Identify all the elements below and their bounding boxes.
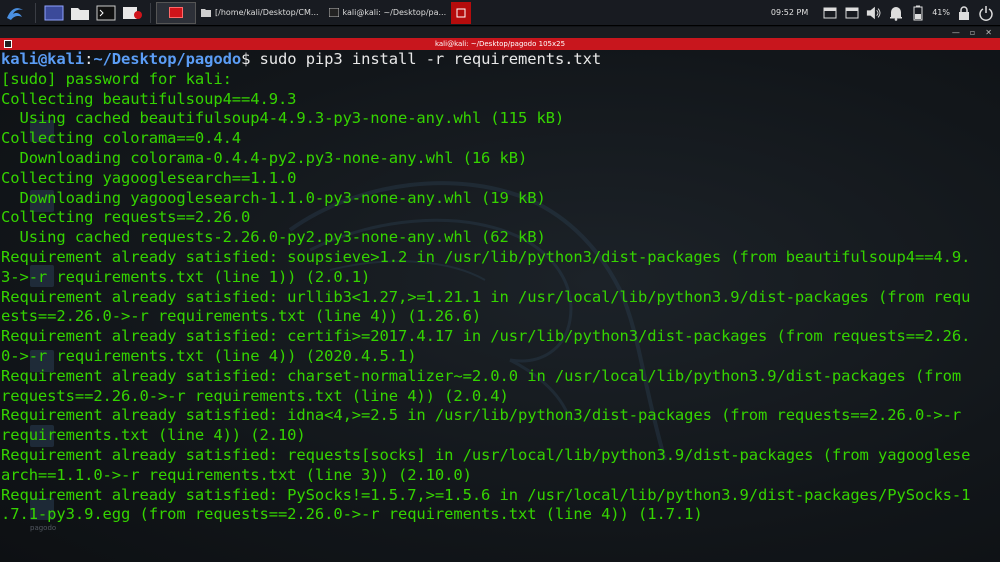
output-line: [sudo] password for kali: [1,69,232,88]
taskbar-separator [150,2,151,23]
output-line: 0->-r requirements.txt (line 4)) (2020.4… [1,346,417,365]
output-line: Requirement already satisfied: soupsieve… [1,247,971,266]
window-control-strip: — ▫ ✕ [0,27,1000,38]
output-line: Collecting requests==2.26.0 [1,208,251,227]
lock-icon [959,5,969,20]
battery-indicator[interactable] [910,4,926,22]
minimize-icon[interactable]: — [952,28,960,37]
terminal-title: kali@kali: ~/Desktop/pagodo 105x25 [434,40,566,48]
bell-icon [890,6,903,21]
volume-button[interactable] [866,4,882,22]
output-line: Requirement already satisfied: urllib3<1… [1,287,971,306]
speaker-icon [867,6,881,19]
output-line: Downloading colorama-0.4.4-py2.py3-none-… [1,148,528,167]
output-line: .7.1-py3.9.egg (from requests==2.26.0->-… [1,505,703,524]
prompt-at: @ [37,50,48,68]
window-menu-button[interactable] [4,38,12,50]
folder-icon [71,7,89,20]
output-line: Requirement already satisfied: requests[… [1,445,971,464]
workspace-thumbnail-window [169,7,183,18]
output-line: Downloading yagooglesearch-1.1.0-py3-non… [1,188,546,207]
output-line: Using cached requests-2.26.0-py2.py3-non… [1,228,546,247]
maximize-icon[interactable]: ▫ [970,28,975,37]
prompt-dollar: $ [241,50,260,68]
prompt-path: ~/Desktop/pagodo [93,50,242,68]
output-line: Requirement already satisfied: certifi>=… [1,327,971,346]
output-line: Collecting yagooglesearch==1.1.0 [1,168,297,187]
terminal-title-bar[interactable]: kali@kali: ~/Desktop/pagodo 105x25 [0,38,1000,50]
output-line: Requirement already satisfied: PySocks!=… [1,485,971,504]
output-line: Collecting colorama==0.4.4 [1,129,242,148]
taskbar: [/home/kali/Desktop/CM... kali@kali: ~/D… [0,0,1000,26]
close-icon[interactable]: ✕ [985,28,992,37]
taskbar-task-file-manager[interactable]: [/home/kali/Desktop/CM... [196,2,324,24]
battery-percentage: 41% [932,8,950,17]
output-line: Collecting beautifulsoup4==4.9.3 [1,89,297,108]
output-line: requirements.txt (line 4)) (2.10) [1,426,306,445]
kali-dragon-icon [7,7,23,20]
output-line: arch==1.1.0->-r requirements.txt (line 3… [1,465,472,484]
power-icon [979,5,993,21]
clock[interactable]: 09:52 PM [771,8,808,17]
taskbar-task-recorder[interactable] [451,1,472,24]
window-icon [823,7,837,18]
task-label: [/home/kali/Desktop/CM... [215,8,319,17]
terminal-icon [328,8,339,17]
lock-screen-button[interactable] [956,4,972,22]
window-icon [845,7,859,18]
notifications-button[interactable] [888,4,904,22]
output-line: 3->-r requirements.txt (line 1)) (2.0.1) [1,267,371,286]
folder-icon [201,9,211,17]
terminal-window-icon [4,40,12,48]
workspace-icon [44,5,64,20]
output-line: Using cached beautifulsoup4-4.9.3-py3-no… [1,109,565,128]
workspace-thumbnail[interactable] [156,1,196,24]
terminal-icon [96,5,116,20]
taskbar-separator [35,2,36,23]
window-switcher-button-2[interactable] [844,4,860,22]
window-switcher-button[interactable] [822,4,838,22]
terminal-lines: kali@kali:~/Desktop/pagodo$ sudo pip3 in… [1,50,999,525]
prompt-colon: : [84,50,94,68]
recorder-icon [123,6,142,19]
prompt-line: kali@kali:~/Desktop/pagodo$ sudo pip3 in… [1,50,999,70]
workspace-launcher[interactable] [42,2,66,24]
output-line: requests==2.26.0->-r requirements.txt (l… [1,386,509,405]
record-icon [456,8,466,17]
battery-icon [913,5,923,20]
prompt-user: kali [1,50,38,68]
screen-recorder-launcher[interactable] [120,2,144,24]
output-line: ests==2.26.0->-r requirements.txt (line … [1,307,482,326]
task-label: kali@kali: ~/Desktop/pa... [342,8,447,17]
system-tray: 09:52 PM 41% [771,0,1000,26]
file-manager-launcher[interactable] [68,2,92,24]
output-line: Requirement already satisfied: charset-n… [1,366,962,385]
prompt-command: sudo pip3 install -r requirements.txt [259,50,602,68]
desktop-icon-label: pagodo [30,524,57,532]
output-line: Requirement already satisfied: idna<4,>=… [1,406,962,425]
terminal-launcher[interactable] [94,2,118,24]
taskbar-task-terminal[interactable]: kali@kali: ~/Desktop/pa... [324,2,452,24]
kali-menu-button[interactable] [0,0,30,26]
prompt-host: kali [47,50,85,68]
power-button[interactable] [978,4,994,22]
terminal-output-area[interactable]: pagodo kali@kali:~/Desktop/pagodo$ sudo … [0,50,1000,562]
